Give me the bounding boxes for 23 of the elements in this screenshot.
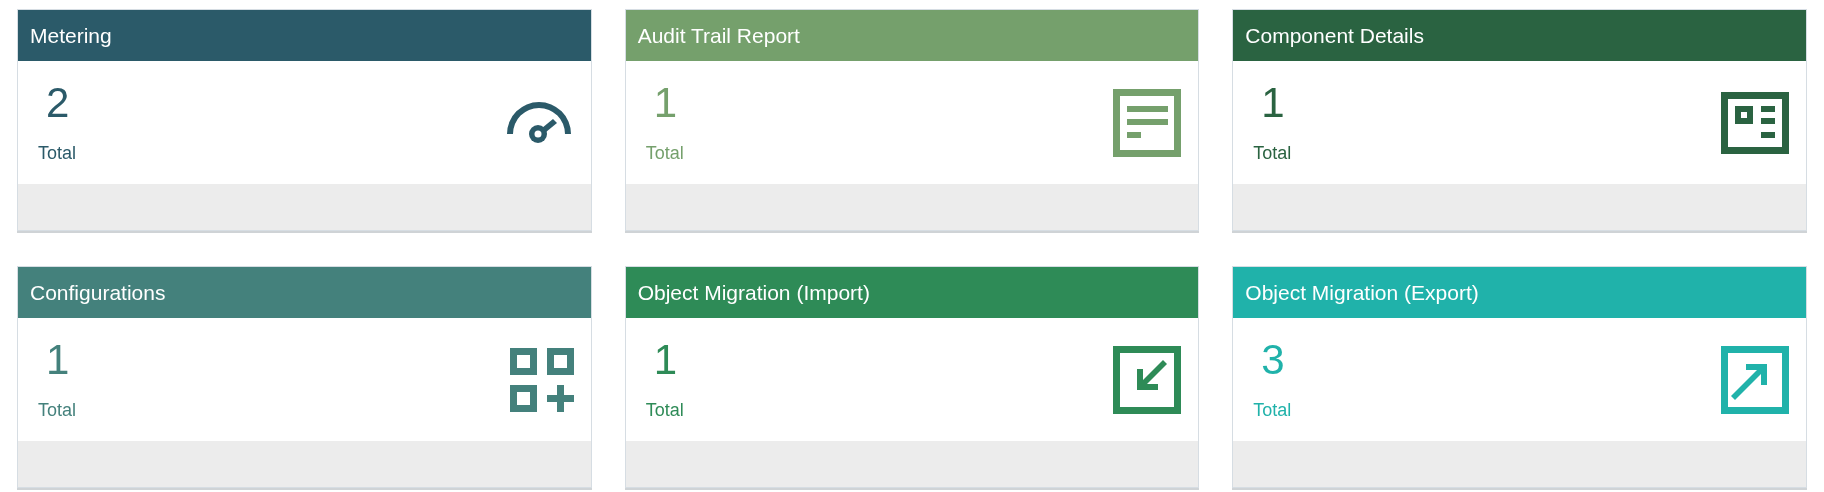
total-count: 3 (1260, 335, 1285, 381)
export-arrow-icon (1721, 345, 1789, 414)
total-count: 1 (652, 78, 677, 124)
import-arrow-icon (1113, 345, 1182, 414)
total-count: 1 (1260, 78, 1285, 124)
id-card-icon (1721, 91, 1789, 154)
total-label: Total (38, 142, 77, 165)
total-label: Total (1253, 399, 1292, 422)
total-label: Total (645, 142, 684, 165)
total-label: Total (645, 399, 684, 422)
card-title: Audit Trail Report (637, 22, 800, 49)
total-count: 2 (45, 78, 70, 124)
card-title: Configurations (30, 279, 166, 306)
total-label: Total (1253, 142, 1292, 165)
card-title: Object Migration (Import) (637, 279, 870, 306)
total-label: Total (38, 399, 77, 422)
card-title: Component Details (1245, 22, 1424, 49)
card-title: Object Migration (Export) (1245, 279, 1479, 306)
apps-add-icon (509, 347, 574, 412)
total-count: 1 (652, 335, 677, 381)
card-title: Metering (30, 22, 112, 49)
total-count: 1 (45, 335, 70, 381)
document-icon (1113, 88, 1182, 157)
